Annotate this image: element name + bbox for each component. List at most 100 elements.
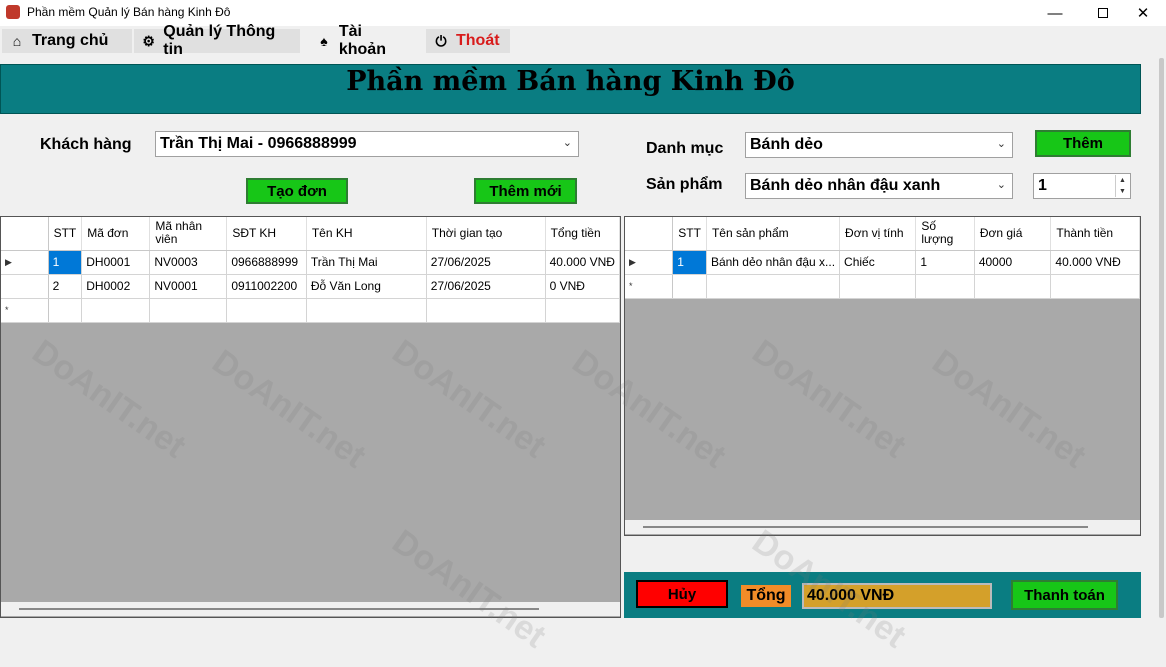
items-header-row: STT Tên sản phẩm Đơn vị tính Số lượng Đơ… [625,217,1140,251]
table-cell[interactable]: 2 [48,274,83,299]
create-order-button[interactable]: Tạo đơn [246,178,348,204]
scrollbar-thumb[interactable] [19,608,539,610]
table-cell[interactable] [226,298,307,323]
table-row[interactable]: ▶ 1 Bánh dẻo nhân đậu x... Chiếc 1 40000… [625,250,1140,275]
column-header[interactable]: Số lượng [915,217,975,251]
customer-label: Khách hàng [40,136,132,153]
customer-combobox[interactable]: Trần Thị Mai - 0966888999 ⌄ [155,131,579,157]
table-cell[interactable] [81,298,151,323]
menu-item-info[interactable]: ⚙ Quản lý Thông tin [134,23,300,58]
row-header[interactable] [1,274,49,299]
table-cell[interactable] [426,298,546,323]
column-header[interactable]: Tên KH [306,217,427,251]
table-cell[interactable]: 0966888999 [226,250,307,275]
new-row[interactable]: * [1,298,620,323]
table-cell[interactable]: 40000 [974,250,1052,275]
table-cell[interactable]: 27/06/2025 [426,250,546,275]
table-cell[interactable]: Trần Thị Mai [306,250,427,275]
menu-item-account[interactable]: ♠ Tài khoản [309,23,419,58]
category-value: Bánh dẻo [750,136,823,153]
column-header[interactable]: Tên sản phẩm [706,217,841,251]
table-cell[interactable] [545,298,620,323]
row-selector-icon[interactable]: ▶ [625,250,674,275]
table-cell[interactable]: Chiếc [839,250,917,275]
orders-grid[interactable]: STT Mã đơn Mã nhân viên SĐT KH Tên KH Th… [0,216,621,618]
quantity-value: 1 [1038,177,1047,194]
chevron-up-icon[interactable]: ▲ [1119,177,1126,184]
minimize-button[interactable]: — [1032,0,1078,26]
close-button[interactable]: ✕ [1120,0,1166,26]
column-header[interactable]: Đơn giá [974,217,1052,251]
table-cell[interactable] [839,274,917,299]
table-row[interactable]: ▶ 1 DH0001 NV0003 0966888999 Trần Thị Ma… [1,250,620,275]
table-row[interactable]: 2 DH0002 NV0001 0911002200 Đỗ Văn Long 2… [1,274,620,299]
table-cell[interactable] [149,298,228,323]
table-cell[interactable]: 1 [672,250,707,275]
cancel-button[interactable]: Hủy [636,580,728,608]
table-cell[interactable] [672,274,707,299]
orders-table: STT Mã đơn Mã nhân viên SĐT KH Tên KH Th… [1,217,620,323]
table-cell[interactable]: 0911002200 [226,274,307,299]
chevron-down-icon[interactable]: ▼ [1119,188,1126,195]
vertical-scrollbar-thumb[interactable] [1159,58,1164,618]
row-selector-icon[interactable]: ▶ [1,250,49,275]
category-label: Danh mục [646,140,724,157]
app-icon [6,5,20,19]
chevron-down-icon: ⌄ [996,138,1006,150]
settings-icon: ⚙ [142,33,155,49]
category-combobox[interactable]: Bánh dẻo ⌄ [745,132,1013,158]
table-cell[interactable]: DH0002 [81,274,151,299]
table-cell[interactable] [915,274,975,299]
table-cell[interactable]: Đỗ Văn Long [306,274,427,299]
table-cell[interactable] [974,274,1052,299]
table-cell[interactable]: 27/06/2025 [426,274,546,299]
column-header[interactable]: Thành tiền [1050,217,1140,251]
menu-item-exit[interactable]: ⏻ Thoát [426,29,510,53]
row-header-corner [1,217,49,251]
menu-item-exit-label: Thoát [456,32,500,49]
column-header[interactable]: Mã nhân viên [149,217,228,251]
menu-item-account-label: Tài khoản [338,23,386,58]
horizontal-scrollbar[interactable] [625,520,1140,534]
product-label: Sản phẩm [646,176,723,193]
new-row-icon[interactable]: * [1,298,49,323]
user-icon: ♠ [320,33,328,49]
table-cell[interactable]: NV0003 [149,250,228,275]
column-header[interactable]: Đơn vị tính [839,217,917,251]
table-cell[interactable]: Bánh dẻo nhân đậu x... [706,250,841,275]
maximize-icon [1098,8,1108,18]
new-row-icon[interactable]: * [625,274,674,299]
table-cell[interactable] [706,274,841,299]
row-header-corner [625,217,674,251]
table-cell[interactable]: 0 VNĐ [545,274,620,299]
menu-item-home[interactable]: ⌂ Trang chủ [2,29,132,53]
product-combobox[interactable]: Bánh dẻo nhân đậu xanh ⌄ [745,173,1013,199]
table-cell[interactable] [1050,274,1140,299]
scrollbar-thumb[interactable] [643,526,1088,528]
add-button[interactable]: Thêm [1035,130,1131,157]
column-header[interactable]: SĐT KH [226,217,307,251]
table-cell[interactable]: 40.000 VNĐ [1050,250,1140,275]
power-icon: ⏻ [435,33,447,49]
order-items-grid[interactable]: STT Tên sản phẩm Đơn vị tính Số lượng Đơ… [624,216,1141,536]
page-title: Phần mềm Bán hàng Kinh Đô [346,66,795,97]
total-value: 40.000 VNĐ [802,583,992,609]
column-header[interactable]: Mã đơn [81,217,151,251]
new-order-button[interactable]: Thêm mới [474,178,577,204]
column-header[interactable]: STT [672,217,707,251]
new-row[interactable]: * [625,274,1140,299]
column-header[interactable]: Thời gian tạo [426,217,546,251]
table-cell[interactable]: DH0001 [81,250,151,275]
table-cell[interactable]: 40.000 VNĐ [545,250,620,275]
table-cell[interactable]: 1 [48,250,83,275]
stepper-buttons[interactable]: ▲ ▼ [1115,175,1129,197]
column-header[interactable]: STT [48,217,83,251]
column-header[interactable]: Tổng tiền [545,217,620,251]
table-cell[interactable] [48,298,83,323]
horizontal-scrollbar[interactable] [1,602,620,616]
quantity-stepper[interactable]: 1 ▲ ▼ [1033,173,1131,199]
table-cell[interactable] [306,298,427,323]
pay-button[interactable]: Thanh toán [1011,580,1118,610]
table-cell[interactable]: 1 [915,250,975,275]
table-cell[interactable]: NV0001 [149,274,228,299]
